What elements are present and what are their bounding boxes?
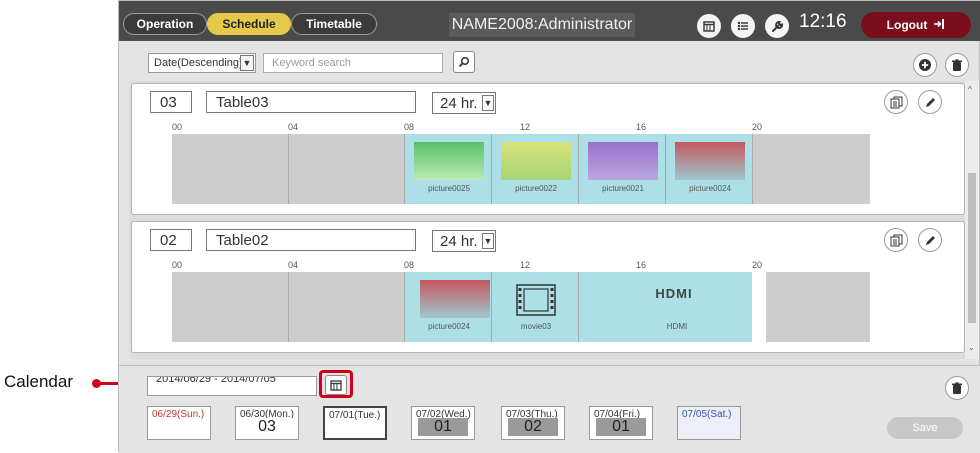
table-name[interactable]: Table02 bbox=[206, 229, 416, 251]
schedule-list: 03 Table03 24 hr. ▼ 00 04 08 12 16 20 pi… bbox=[129, 81, 973, 359]
thumbnail-picture0022[interactable] bbox=[501, 142, 571, 180]
date-range-field[interactable]: 2014/06/29 - 2014/07/05 bbox=[147, 376, 317, 396]
timeline[interactable]: picture0025 picture0022 picture0021 pict… bbox=[172, 134, 870, 204]
delete-all-button[interactable] bbox=[945, 53, 969, 77]
table-number[interactable]: 03 bbox=[150, 91, 192, 113]
pencil-icon bbox=[925, 97, 935, 107]
scrollbar-thumb[interactable] bbox=[968, 173, 976, 323]
day-table-number: 02 bbox=[508, 418, 558, 436]
hours-value: 24 hr. bbox=[440, 94, 478, 112]
search-icon bbox=[458, 56, 470, 68]
copy-icon bbox=[890, 234, 902, 246]
tab-timetable[interactable]: Timetable bbox=[291, 13, 377, 35]
day-table-number: 01 bbox=[418, 418, 468, 436]
tick-label: 12 bbox=[520, 260, 531, 270]
thumbnail-picture0021[interactable] bbox=[588, 142, 658, 180]
copy-button[interactable] bbox=[884, 228, 908, 252]
schedule-card-02[interactable]: 02 Table02 24 hr. ▼ 00 04 08 12 16 20 pi… bbox=[131, 221, 965, 353]
top-bar: Operation Schedule Timetable NAME2008:Ad… bbox=[119, 1, 980, 41]
item-caption: picture0024 bbox=[689, 184, 731, 193]
logout-button[interactable]: Logout bbox=[861, 12, 971, 38]
tab-operation[interactable]: Operation bbox=[123, 13, 207, 35]
day-table-number: 03 bbox=[242, 418, 292, 436]
item-caption: picture0022 bbox=[515, 184, 557, 193]
day-label: 07/05(Sat.) bbox=[682, 409, 732, 420]
table-number[interactable]: 02 bbox=[150, 229, 192, 251]
tab-schedule[interactable]: Schedule bbox=[207, 13, 291, 35]
tick-label: 04 bbox=[288, 260, 299, 270]
sort-select[interactable]: Date(Descending) ▼ bbox=[148, 53, 256, 73]
copy-icon bbox=[890, 96, 902, 108]
week-calendar-pane: 2014/06/29 - 2014/07/05 06/29(Sun.) 06/3… bbox=[119, 365, 980, 453]
scroll-down-icon[interactable]: ⌄ bbox=[968, 343, 975, 352]
thumbnail-picture0024[interactable] bbox=[675, 142, 745, 180]
chevron-down-icon: ▼ bbox=[240, 55, 254, 71]
day-cell-mon[interactable]: 06/30(Mon.) 03 bbox=[235, 406, 299, 440]
tick-label: 16 bbox=[636, 122, 647, 132]
tick-label: 04 bbox=[288, 122, 299, 132]
logout-label: Logout bbox=[886, 18, 928, 32]
tick-label: 12 bbox=[520, 122, 531, 132]
day-cell-wed[interactable]: 07/02(Wed.) 01 bbox=[411, 406, 475, 440]
calendar-callout-label: Calendar bbox=[4, 372, 73, 391]
trash-icon bbox=[952, 58, 962, 71]
day-label: 07/01(Tue.) bbox=[329, 410, 381, 421]
item-caption: movie03 bbox=[520, 322, 552, 331]
tick-label: 16 bbox=[636, 260, 647, 270]
wrench-icon[interactable] bbox=[765, 14, 789, 38]
date-range-value: 2014/06/29 - 2014/07/05 bbox=[156, 376, 276, 385]
item-caption: picture0025 bbox=[428, 184, 470, 193]
calendar-icon[interactable] bbox=[697, 14, 721, 38]
tick-label: 08 bbox=[404, 122, 415, 132]
tick-label: 20 bbox=[752, 122, 763, 132]
save-button[interactable]: Save bbox=[887, 417, 963, 439]
tick-label: 20 bbox=[752, 260, 763, 270]
day-cell-sat[interactable]: 07/05(Sat.) bbox=[677, 406, 741, 440]
edit-button[interactable] bbox=[918, 90, 942, 114]
day-label: 06/29(Sun.) bbox=[152, 409, 205, 420]
trash-icon bbox=[952, 381, 962, 394]
callout-highlight-box bbox=[319, 370, 353, 398]
tick-label: 00 bbox=[172, 122, 183, 132]
scrollbar[interactable]: ^ ⌄ bbox=[965, 81, 979, 359]
add-button[interactable] bbox=[913, 53, 937, 77]
day-cell-sun[interactable]: 06/29(Sun.) bbox=[147, 406, 211, 440]
item-caption: HDMI bbox=[666, 322, 688, 331]
hdmi-logo[interactable]: HDMI bbox=[644, 286, 704, 301]
thumbnail-picture0025[interactable] bbox=[414, 142, 484, 180]
scroll-up-icon[interactable]: ^ bbox=[968, 85, 972, 94]
item-caption: picture0021 bbox=[602, 184, 644, 193]
schedule-card-03[interactable]: 03 Table03 24 hr. ▼ 00 04 08 12 16 20 pi… bbox=[131, 83, 965, 215]
clock: 12:16 bbox=[799, 11, 847, 32]
end-marker bbox=[752, 272, 766, 342]
tick-label: 00 bbox=[172, 260, 183, 270]
hours-select[interactable]: 24 hr. ▼ bbox=[432, 230, 496, 252]
list-icon[interactable] bbox=[731, 14, 755, 38]
delete-week-button[interactable] bbox=[945, 376, 969, 400]
hours-value: 24 hr. bbox=[440, 232, 478, 250]
chevron-down-icon: ▼ bbox=[482, 233, 494, 249]
keyword-search-input[interactable] bbox=[263, 53, 443, 73]
add-icon bbox=[919, 59, 931, 71]
item-caption: picture0024 bbox=[428, 322, 470, 331]
day-cell-tue[interactable]: 07/01(Tue.) bbox=[323, 406, 387, 440]
edit-button[interactable] bbox=[918, 228, 942, 252]
search-button[interactable] bbox=[453, 51, 475, 73]
film-icon[interactable] bbox=[516, 284, 556, 321]
thumbnail-picture0024[interactable] bbox=[420, 280, 490, 318]
tick-label: 08 bbox=[404, 260, 415, 270]
chevron-down-icon: ▼ bbox=[482, 95, 494, 111]
copy-button[interactable] bbox=[884, 90, 908, 114]
app-window: Operation Schedule Timetable NAME2008:Ad… bbox=[118, 0, 980, 453]
day-cell-thu[interactable]: 07/03(Thu.) 02 bbox=[501, 406, 565, 440]
day-table-number: 01 bbox=[596, 418, 646, 436]
user-title: NAME2008:Administrator bbox=[449, 13, 635, 37]
hours-select[interactable]: 24 hr. ▼ bbox=[432, 92, 496, 114]
sort-value: Date(Descending) bbox=[154, 57, 243, 69]
table-name[interactable]: Table03 bbox=[206, 91, 416, 113]
pencil-icon bbox=[925, 235, 935, 245]
logout-icon bbox=[933, 18, 945, 33]
day-cell-fri[interactable]: 07/04(Fri.) 01 bbox=[589, 406, 653, 440]
timeline[interactable]: picture0024 movie03 HDMI HDMI bbox=[172, 272, 870, 342]
